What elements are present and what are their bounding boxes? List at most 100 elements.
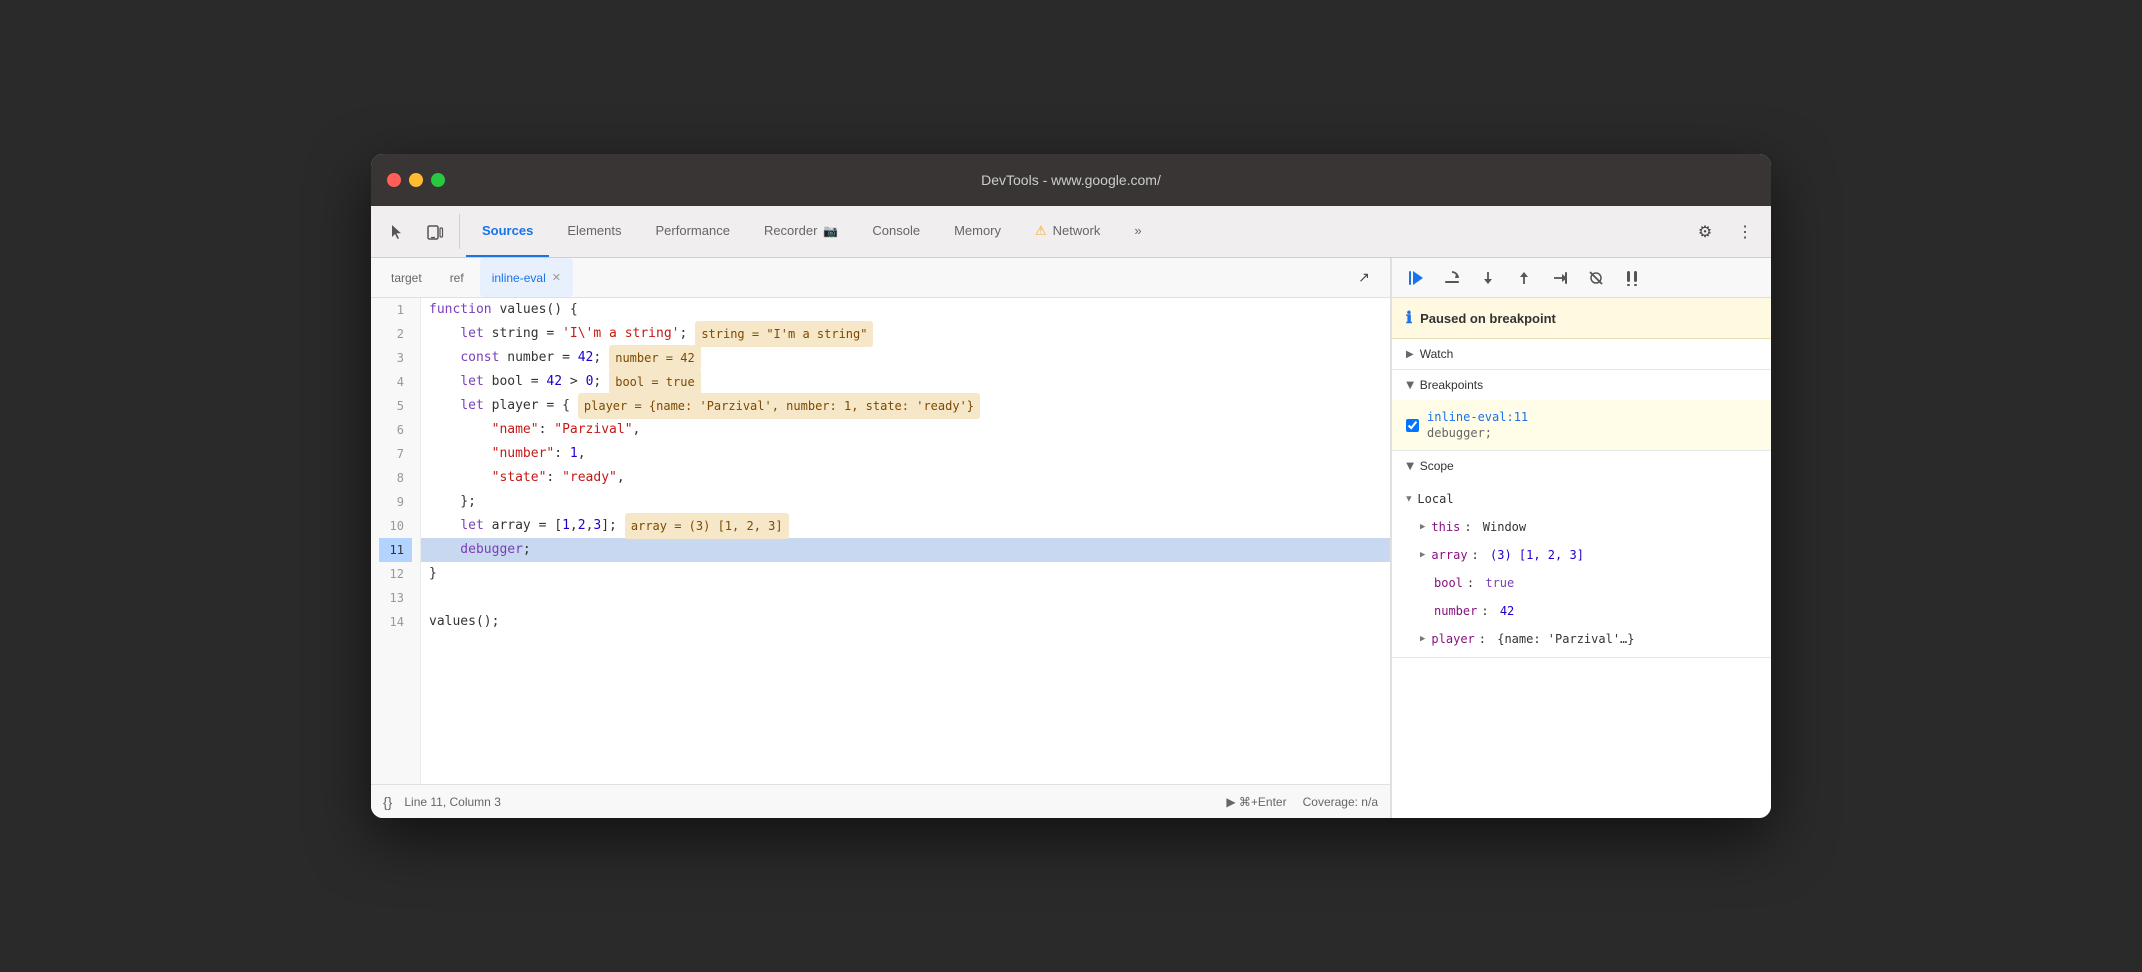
close-tab-icon[interactable]: ✕ (552, 271, 561, 284)
inline-value-array: array = (3) [1, 2, 3] (625, 513, 789, 539)
breakpoint-code: debugger; (1427, 426, 1528, 440)
scope-section: ▶ Scope ▶ Local ▶ this : Window (1392, 451, 1771, 658)
breakpoints-label: Breakpoints (1420, 378, 1483, 392)
inline-value-string: string = "I'm a string" (695, 321, 873, 347)
code-line-2: let string = 'I\'m a string' ; string = … (421, 322, 1390, 346)
code-line-5: let player = { player = {name: 'Parzival… (421, 394, 1390, 418)
subtab-target[interactable]: target (379, 258, 434, 297)
code-line-6: "name" : "Parzival" , (421, 418, 1390, 442)
watch-section-header[interactable]: ▶ Watch (1392, 339, 1771, 369)
scope-chevron: ▶ (1404, 462, 1415, 470)
code-line-13 (421, 586, 1390, 610)
pause-exceptions-button[interactable] (1616, 262, 1648, 294)
line-num-4: 4 (379, 370, 412, 394)
line-num-1: 1 (379, 298, 412, 322)
code-line-12: } (421, 562, 1390, 586)
subtab-ref[interactable]: ref (438, 258, 476, 297)
step-out-button[interactable] (1508, 262, 1540, 294)
scope-local-header[interactable]: ▶ Local (1392, 485, 1771, 513)
window-title: DevTools - www.google.com/ (981, 172, 1161, 188)
main-toolbar: Sources Elements Performance Recorder 📷 … (371, 206, 1771, 258)
line-num-5: 5 (379, 394, 412, 418)
device-toggle-button[interactable] (417, 206, 453, 257)
line-num-3: 3 (379, 346, 412, 370)
cursor-position: Line 11, Column 3 (404, 795, 501, 809)
file-tabs-bar: target ref inline-eval ✕ ↗ (371, 258, 1390, 298)
scope-bool: bool : true (1392, 569, 1771, 597)
watch-label: Watch (1420, 347, 1454, 361)
breakpoint-item-1: inline-eval:11 debugger; (1392, 404, 1771, 446)
paused-text: Paused on breakpoint (1420, 311, 1556, 326)
line-num-14: 14 (379, 610, 412, 634)
statusbar-right: ▶ ⌘+Enter Coverage: n/a (1226, 795, 1378, 809)
code-line-9: }; (421, 490, 1390, 514)
more-options-button[interactable]: ⋮ (1727, 206, 1763, 257)
traffic-lights (387, 173, 445, 187)
resume-button[interactable] (1400, 262, 1432, 294)
pretty-print-button[interactable]: {} (383, 794, 392, 810)
line-num-2: 2 (379, 322, 412, 346)
tab-elements[interactable]: Elements (551, 206, 637, 257)
line-num-11: 11 (379, 538, 412, 562)
network-warning-icon: ⚠ (1035, 223, 1047, 239)
settings-button[interactable]: ⚙ (1687, 206, 1723, 257)
breakpoint-file: inline-eval:11 (1427, 410, 1528, 424)
watch-chevron: ▶ (1406, 349, 1414, 360)
cursor-tool-button[interactable] (379, 206, 415, 257)
step-button[interactable] (1544, 262, 1576, 294)
subtab-inline-eval[interactable]: inline-eval ✕ (480, 258, 573, 297)
scope-array[interactable]: ▶ array : (3) [1, 2, 3] (1392, 541, 1771, 569)
more-tabs-button[interactable]: » (1118, 206, 1157, 257)
open-in-new-icon[interactable]: ↗ (1346, 269, 1382, 286)
line-num-10: 10 (379, 514, 412, 538)
tab-recorder[interactable]: Recorder 📷 (748, 206, 854, 257)
code-editor[interactable]: 1 2 3 4 5 6 7 8 9 10 11 12 13 14 (371, 298, 1390, 784)
local-triangle: ▶ (1399, 496, 1419, 501)
line-num-6: 6 (379, 418, 412, 442)
player-triangle: ▶ (1420, 629, 1425, 649)
scope-this[interactable]: ▶ this : Window (1392, 513, 1771, 541)
statusbar: {} Line 11, Column 3 ▶ ⌘+Enter Coverage:… (371, 784, 1390, 818)
code-content: function values() { let string = 'I\'m a… (421, 298, 1390, 784)
close-button[interactable] (387, 173, 401, 187)
breakpoints-section-header[interactable]: ▶ Breakpoints (1392, 370, 1771, 400)
breakpoint-checkbox-1[interactable] (1406, 419, 1419, 432)
breakpoints-body: inline-eval:11 debugger; (1392, 400, 1771, 450)
array-triangle: ▶ (1420, 545, 1425, 565)
code-line-3: const number = 42 ; number = 42 (421, 346, 1390, 370)
inline-value-number: number = 42 (609, 345, 700, 371)
code-line-10: let array = [ 1 , 2 , 3 ]; array = (3) [… (421, 514, 1390, 538)
scope-player[interactable]: ▶ player : {name: 'Parzival'…} (1392, 625, 1771, 653)
breakpoint-details: inline-eval:11 debugger; (1427, 410, 1528, 440)
scope-section-header[interactable]: ▶ Scope (1392, 451, 1771, 481)
maximize-button[interactable] (431, 173, 445, 187)
tab-memory[interactable]: Memory (938, 206, 1017, 257)
breakpoints-chevron: ▶ (1404, 381, 1415, 389)
toolbar-divider (459, 214, 460, 249)
right-debug-panel: ℹ Paused on breakpoint ▶ Watch ▶ Breakpo… (1391, 258, 1771, 818)
inline-value-bool: bool = true (609, 369, 700, 395)
scope-body: ▶ Local ▶ this : Window ▶ array : (3) [1… (1392, 481, 1771, 657)
titlebar: DevTools - www.google.com/ (371, 154, 1771, 206)
coverage-label: Coverage: n/a (1303, 795, 1378, 809)
run-button[interactable]: ▶ ⌘+Enter (1226, 795, 1286, 809)
step-into-button[interactable] (1472, 262, 1504, 294)
paused-banner: ℹ Paused on breakpoint (1392, 298, 1771, 339)
deactivate-breakpoints-button[interactable] (1580, 262, 1612, 294)
line-num-13: 13 (379, 586, 412, 610)
subtoolbar-right: ↗ (1346, 269, 1382, 286)
tab-performance[interactable]: Performance (640, 206, 746, 257)
code-line-11: debugger ; (421, 538, 1390, 562)
code-line-7: "number" : 1 , (421, 442, 1390, 466)
tab-network[interactable]: ⚠ Network (1019, 206, 1116, 257)
devtools-window: DevTools - www.google.com/ Sources Eleme… (371, 154, 1771, 818)
step-over-button[interactable] (1436, 262, 1468, 294)
line-num-8: 8 (379, 466, 412, 490)
watch-section: ▶ Watch (1392, 339, 1771, 370)
tab-console[interactable]: Console (856, 206, 936, 257)
minimize-button[interactable] (409, 173, 423, 187)
line-num-9: 9 (379, 490, 412, 514)
tab-sources[interactable]: Sources (466, 206, 549, 257)
code-line-4: let bool = 42 > 0 ; bool = true (421, 370, 1390, 394)
info-icon: ℹ (1406, 308, 1412, 328)
